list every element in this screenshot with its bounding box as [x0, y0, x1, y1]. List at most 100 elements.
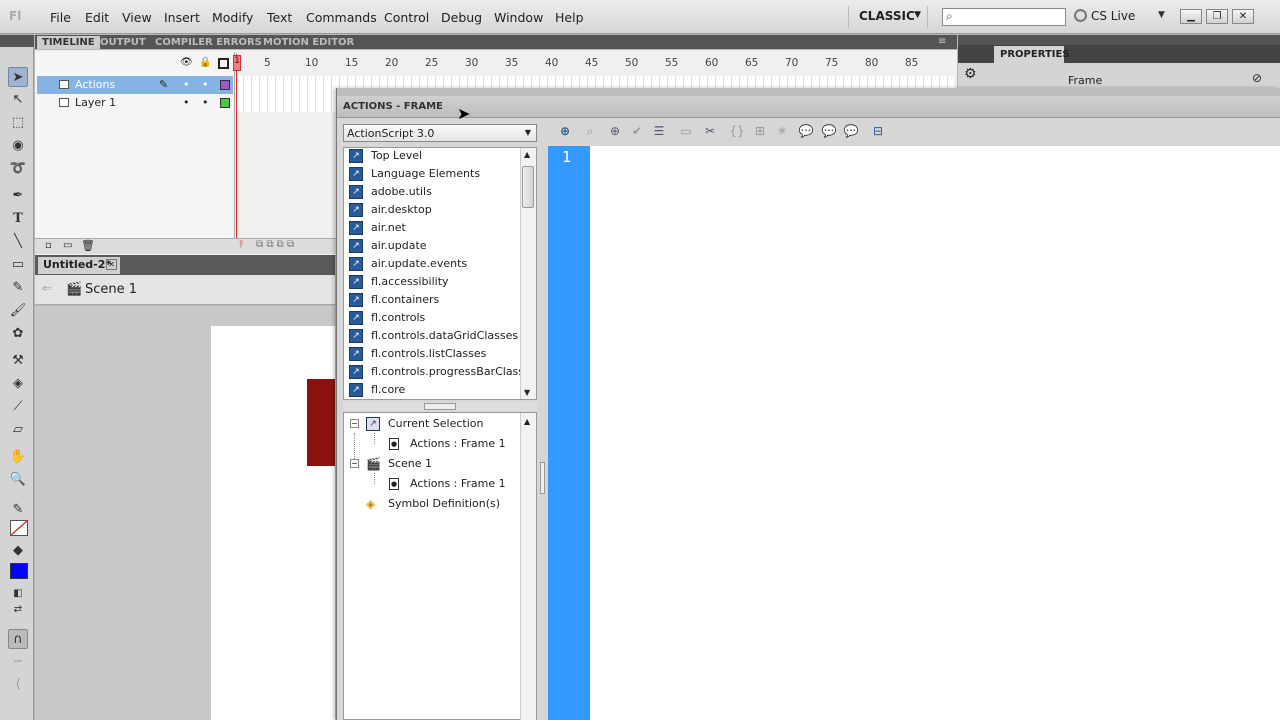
toolbox-item[interactable]: ↗ fl.controls: [349, 309, 425, 327]
toolbox-item[interactable]: ↗ adobe.utils: [349, 183, 432, 201]
bone-tool-icon[interactable]: ⚒: [8, 351, 28, 371]
tab-motion-editor[interactable]: MOTION EDITOR: [258, 36, 359, 49]
actions-panel-title[interactable]: ACTIONS - FRAME: [337, 96, 1280, 118]
brush-tool-icon[interactable]: 🖌: [8, 301, 28, 321]
scroll-up-icon[interactable]: ▲: [524, 417, 530, 426]
back-arrow-icon[interactable]: ⇐: [42, 281, 52, 295]
remove-comment-icon[interactable]: 💬: [842, 122, 860, 140]
straighten-icon[interactable]: ⟨: [8, 675, 28, 695]
eye-icon[interactable]: 👁: [180, 57, 193, 68]
subselection-tool-icon[interactable]: ↖: [8, 90, 28, 110]
3d-rotation-icon[interactable]: ◉: [8, 136, 28, 156]
swap-colors-icon[interactable]: ⇄: [8, 600, 28, 620]
lasso-icon[interactable]: ➰: [8, 159, 28, 179]
center-frame-icon[interactable]: ⫯: [239, 239, 243, 250]
debug-options-icon[interactable]: ✂: [701, 122, 719, 140]
toolbox-item[interactable]: ↗ fl.containers: [349, 291, 439, 309]
pen-tool-icon[interactable]: ✒: [8, 186, 28, 206]
tools-panel-header[interactable]: [0, 35, 34, 47]
fill-color-icon[interactable]: ◆: [8, 541, 28, 561]
tab-timeline[interactable]: TIMELINE: [37, 36, 100, 49]
panel-menu-icon[interactable]: ≡: [938, 36, 946, 47]
document-tab[interactable]: Untitled-2* ✕: [38, 257, 120, 274]
rectangle-tool-icon[interactable]: ▭: [8, 255, 28, 275]
line-comment-icon[interactable]: 💬: [820, 122, 838, 140]
menu-edit[interactable]: Edit: [85, 10, 109, 25]
splitter-grip[interactable]: [540, 462, 545, 494]
scroll-down-icon[interactable]: ▼: [524, 388, 530, 397]
scroll-up-icon[interactable]: ▲: [524, 150, 530, 159]
menu-window[interactable]: Window: [494, 10, 543, 25]
onion-skin-icon[interactable]: ⧉ ⧉ ⧉ ⧉: [256, 239, 294, 250]
check-syntax-icon[interactable]: ✔: [628, 122, 646, 140]
line-tool-icon[interactable]: ╲: [8, 232, 28, 252]
toolbox-scroll-thumb[interactable]: [522, 166, 534, 208]
layer-1[interactable]: Layer 1 • •: [37, 94, 233, 112]
toolbox-item[interactable]: ↗ air.update.events: [349, 255, 467, 273]
tree-actions-frame[interactable]: ● Actions : Frame 1: [389, 435, 519, 453]
toolbox-item[interactable]: ↗ fl.core: [349, 381, 405, 399]
collapse-selection-icon[interactable]: ⊞: [751, 122, 769, 140]
search-input[interactable]: ⌕: [942, 8, 1066, 26]
eraser-icon[interactable]: ▱: [8, 420, 28, 440]
zoom-tool-icon[interactable]: 🔍: [8, 470, 28, 490]
menu-debug[interactable]: Debug: [441, 10, 482, 25]
minimize-button[interactable]: ▁: [1180, 9, 1202, 24]
smooth-icon[interactable]: ∽: [8, 652, 28, 672]
menu-insert[interactable]: Insert: [164, 10, 200, 25]
pencil-tool-icon[interactable]: ✎: [8, 278, 28, 298]
cs-live-button[interactable]: CS Live: [1074, 9, 1164, 27]
toolbox-item[interactable]: ↗ air.update: [349, 237, 427, 255]
tree-scene[interactable]: 🎬 Scene 1: [366, 455, 516, 473]
new-layer-icon[interactable]: ▫: [45, 240, 52, 251]
menu-text[interactable]: Text: [267, 10, 292, 25]
hand-tool-icon[interactable]: ✋: [8, 447, 28, 467]
collapse-icon[interactable]: −: [350, 459, 359, 468]
paint-bucket-icon[interactable]: ◈: [8, 374, 28, 394]
close-icon[interactable]: ✕: [106, 259, 117, 270]
text-tool-icon[interactable]: T: [8, 209, 28, 229]
actions-panel-grip[interactable]: [337, 88, 1280, 96]
toolbox-item[interactable]: ↗ air.net: [349, 219, 406, 237]
outline-icon[interactable]: [218, 58, 229, 69]
menu-file[interactable]: File: [50, 10, 71, 25]
lock-icon[interactable]: 🔒: [199, 57, 211, 68]
workspace-switcher[interactable]: CLASSIC ▼: [848, 6, 928, 28]
playhead[interactable]: [236, 54, 241, 246]
restore-button[interactable]: ❐: [1206, 9, 1228, 24]
menu-modify[interactable]: Modify: [212, 10, 253, 25]
playhead-handle[interactable]: 1: [233, 55, 241, 71]
tab-output[interactable]: OUTPUT: [95, 36, 151, 49]
toolbox-item[interactable]: ↗ air.desktop: [349, 201, 432, 219]
toolbox-item[interactable]: ↗ Top Level: [349, 147, 422, 165]
add-statement-icon[interactable]: ⊕: [556, 122, 574, 140]
snap-magnet-icon[interactable]: ∩: [8, 629, 28, 649]
stage-rectangle[interactable]: [307, 379, 335, 466]
scene-label[interactable]: Scene 1: [85, 282, 137, 297]
layer-actions[interactable]: Actions ✎ • •: [37, 76, 233, 94]
stroke-color-swatch[interactable]: [10, 520, 28, 536]
menu-help[interactable]: Help: [555, 10, 584, 25]
actionscript-version-select[interactable]: ActionScript 3.0 ▼: [343, 124, 537, 142]
fill-color-swatch[interactable]: [10, 563, 28, 579]
menu-commands[interactable]: Commands: [306, 10, 377, 25]
chevron-down-icon[interactable]: ▼: [1158, 10, 1165, 20]
script-navigator-scrollbar[interactable]: [520, 413, 536, 720]
script-editor[interactable]: [548, 146, 1280, 720]
tree-symbol-definitions[interactable]: ◈ Symbol Definition(s): [366, 495, 516, 513]
expand-all-icon[interactable]: ✳: [773, 122, 791, 140]
toolbox-item[interactable]: ↗ Language Elements: [349, 165, 480, 183]
collapse-icon[interactable]: −: [350, 419, 359, 428]
eyedropper-icon[interactable]: ⟋: [8, 397, 28, 417]
toolbox-item[interactable]: ↗ fl.controls.progressBarClasses: [349, 363, 537, 381]
free-transform-icon[interactable]: ⬚: [8, 113, 28, 133]
block-comment-icon[interactable]: 💬: [797, 122, 815, 140]
auto-format-icon[interactable]: ☰: [650, 122, 668, 140]
selection-tool-icon[interactable]: ➤: [8, 67, 28, 87]
toolbox-item[interactable]: ↗ fl.accessibility: [349, 273, 449, 291]
collapse-braces-icon[interactable]: {}: [728, 122, 746, 140]
splitter-grip[interactable]: [424, 403, 456, 410]
toolbox-toggle-icon[interactable]: ⊟: [869, 122, 887, 140]
new-folder-icon[interactable]: ▭: [63, 240, 72, 251]
find-icon[interactable]: ⌕: [581, 122, 599, 140]
